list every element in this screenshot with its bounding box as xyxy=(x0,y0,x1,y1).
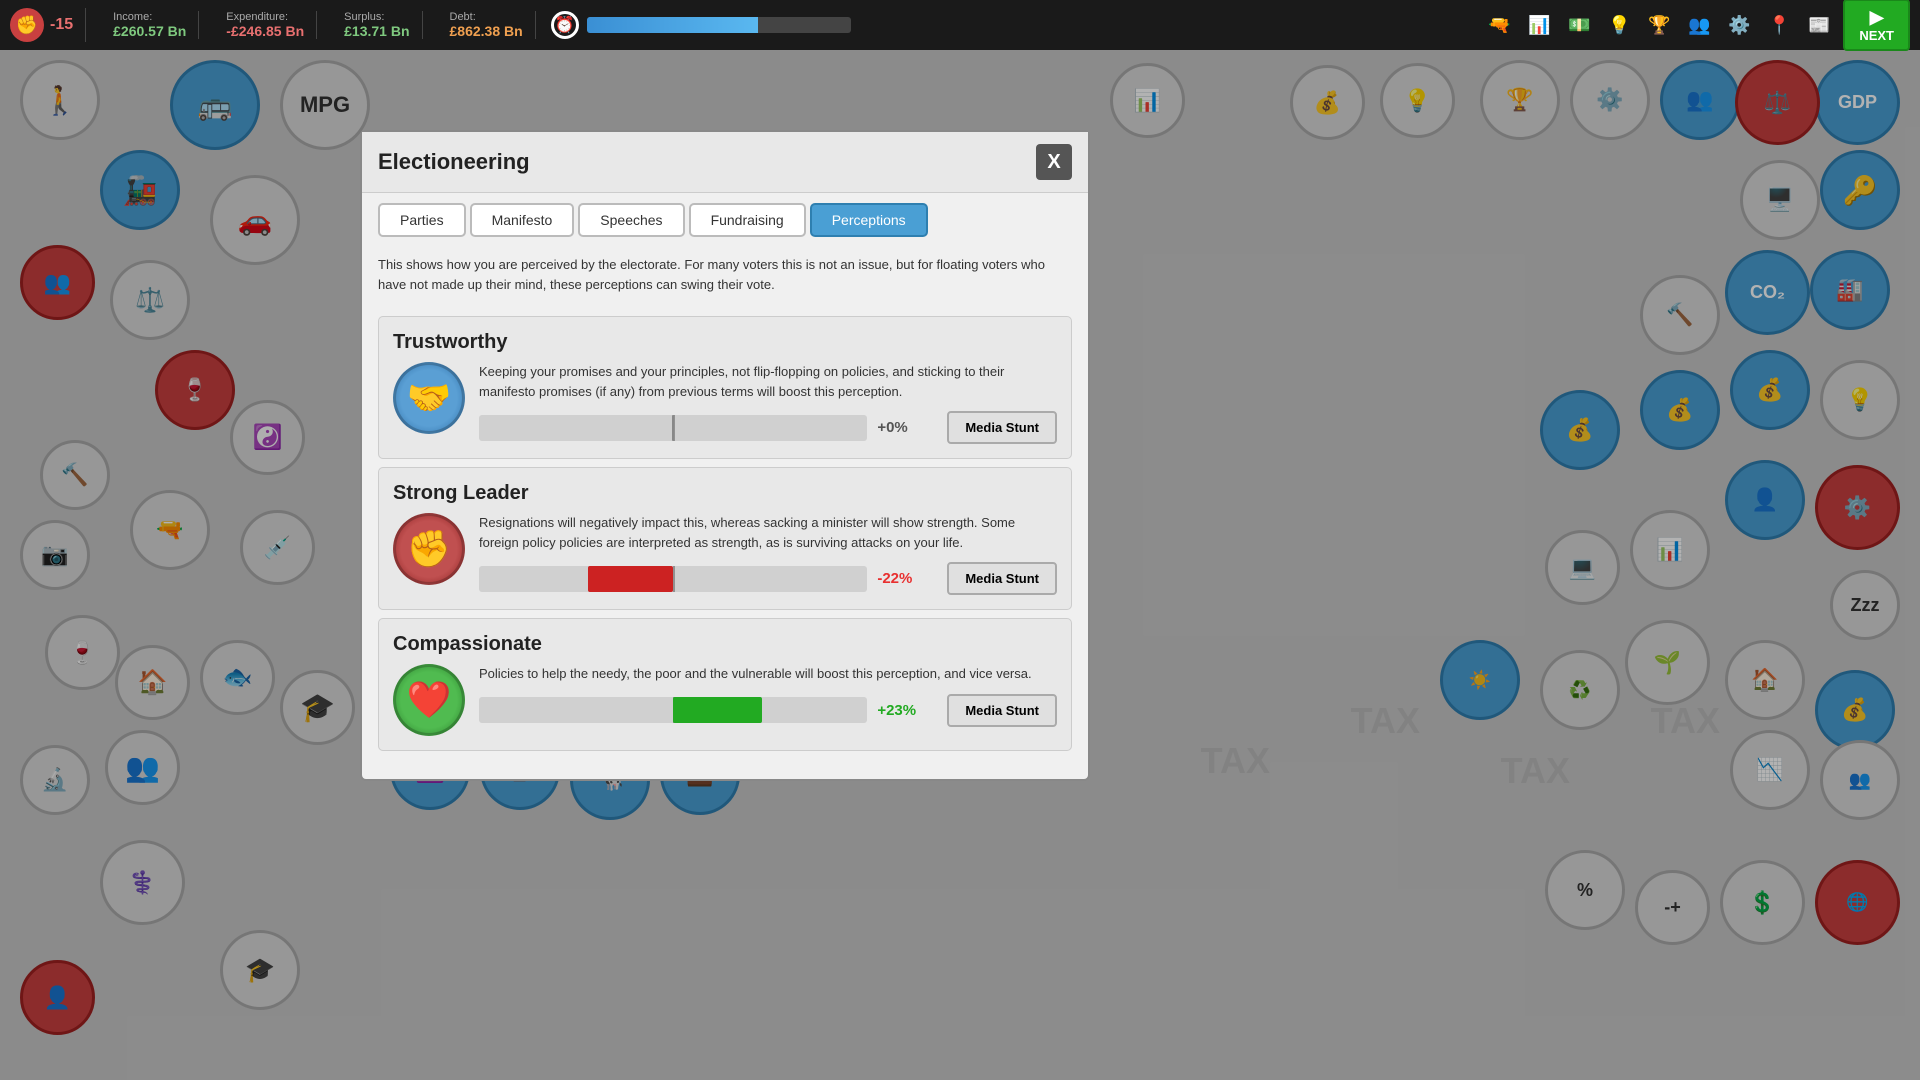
compassionate-bar-row: +23% Media Stunt xyxy=(479,694,1057,727)
tab-perceptions[interactable]: Perceptions xyxy=(810,203,928,237)
trophy-icon[interactable]: 🏆 xyxy=(1643,9,1675,41)
strong-leader-icon: ✊ xyxy=(393,513,465,585)
pin-icon[interactable]: 📍 xyxy=(1763,9,1795,41)
compassionate-title: Compassionate xyxy=(393,633,1057,656)
trustworthy-bar-row: +0% Media Stunt xyxy=(479,411,1057,444)
surplus-stat: Surplus: £13.71 Bn xyxy=(332,11,422,39)
top-bar-icons: 🔫 📊 💵 💡 🏆 👥 ⚙️ 📍 📰 ▶ NEXT xyxy=(1483,0,1910,51)
income-stat: Income: £260.57 Bn xyxy=(101,11,199,39)
strong-leader-description: Resignations will negatively impact this… xyxy=(479,513,1057,552)
chart-icon[interactable]: 📊 xyxy=(1523,9,1555,41)
debt-stat: Debt: £862.38 Bn xyxy=(438,11,536,39)
trustworthy-body: 🤝 Keeping your promises and your princip… xyxy=(393,362,1057,444)
compassionate-value: +23% xyxy=(877,702,937,719)
modal-title: Electioneering xyxy=(378,149,530,175)
strong-leader-value: -22% xyxy=(877,570,937,587)
approval-icon: ✊ xyxy=(10,8,44,42)
strong-leader-title: Strong Leader xyxy=(393,482,1057,505)
strong-leader-body: ✊ Resignations will negatively impact th… xyxy=(393,513,1057,595)
trustworthy-title: Trustworthy xyxy=(393,331,1057,354)
perception-strong-leader: Strong Leader ✊ Resignations will negati… xyxy=(378,467,1072,610)
center-line xyxy=(673,566,675,592)
clock-icon: ⏰ xyxy=(551,11,579,39)
strong-leader-fill xyxy=(588,566,673,592)
approval-progress-bar xyxy=(587,17,851,33)
approval-value: -15 xyxy=(50,16,73,34)
trustworthy-bar xyxy=(479,415,867,441)
perception-compassionate: Compassionate ❤️ Policies to help the ne… xyxy=(378,618,1072,751)
modal-title-bar: Electioneering X xyxy=(362,132,1088,193)
tab-speeches[interactable]: Speeches xyxy=(578,203,684,237)
compassionate-bar xyxy=(479,697,867,723)
strong-leader-bar xyxy=(479,566,867,592)
tab-fundraising[interactable]: Fundraising xyxy=(689,203,806,237)
compassionate-media-stunt-button[interactable]: Media Stunt xyxy=(947,694,1057,727)
perception-trustworthy: Trustworthy 🤝 Keeping your promises and … xyxy=(378,316,1072,459)
approval-fill xyxy=(587,17,759,33)
compassionate-body: ❤️ Policies to help the needy, the poor … xyxy=(393,664,1057,736)
lightbulb-icon[interactable]: 💡 xyxy=(1603,9,1635,41)
compassionate-icon: ❤️ xyxy=(393,664,465,736)
electioneering-modal: Electioneering X Parties Manifesto Speec… xyxy=(360,130,1090,781)
gun-icon[interactable]: 🔫 xyxy=(1483,9,1515,41)
tabs-container: Parties Manifesto Speeches Fundraising P… xyxy=(362,193,1088,247)
trustworthy-value: +0% xyxy=(877,419,937,436)
trustworthy-media-stunt-button[interactable]: Media Stunt xyxy=(947,411,1057,444)
trustworthy-fill xyxy=(672,415,674,441)
gear-icon[interactable]: ⚙️ xyxy=(1723,9,1755,41)
people-icon[interactable]: 👥 xyxy=(1683,9,1715,41)
strong-leader-media-stunt-button[interactable]: Media Stunt xyxy=(947,562,1057,595)
strong-leader-bar-row: -22% Media Stunt xyxy=(479,562,1057,595)
compassionate-fill xyxy=(673,697,762,723)
newspaper-icon[interactable]: 📰 xyxy=(1803,9,1835,41)
trustworthy-icon: 🤝 xyxy=(393,362,465,434)
tab-manifesto[interactable]: Manifesto xyxy=(470,203,575,237)
expenditure-stat: Expenditure: -£246.85 Bn xyxy=(214,11,317,39)
compassionate-description: Policies to help the needy, the poor and… xyxy=(479,664,1057,684)
dollar-icon[interactable]: 💵 xyxy=(1563,9,1595,41)
tab-parties[interactable]: Parties xyxy=(378,203,466,237)
modal-description: This shows how you are perceived by the … xyxy=(362,247,1088,308)
top-bar: ✊ -15 Income: £260.57 Bn Expenditure: -£… xyxy=(0,0,1920,50)
approval-bar-section: ⏰ xyxy=(551,11,851,39)
next-button[interactable]: ▶ NEXT xyxy=(1843,0,1910,51)
close-button[interactable]: X xyxy=(1036,144,1072,180)
trustworthy-description: Keeping your promises and your principle… xyxy=(479,362,1057,401)
